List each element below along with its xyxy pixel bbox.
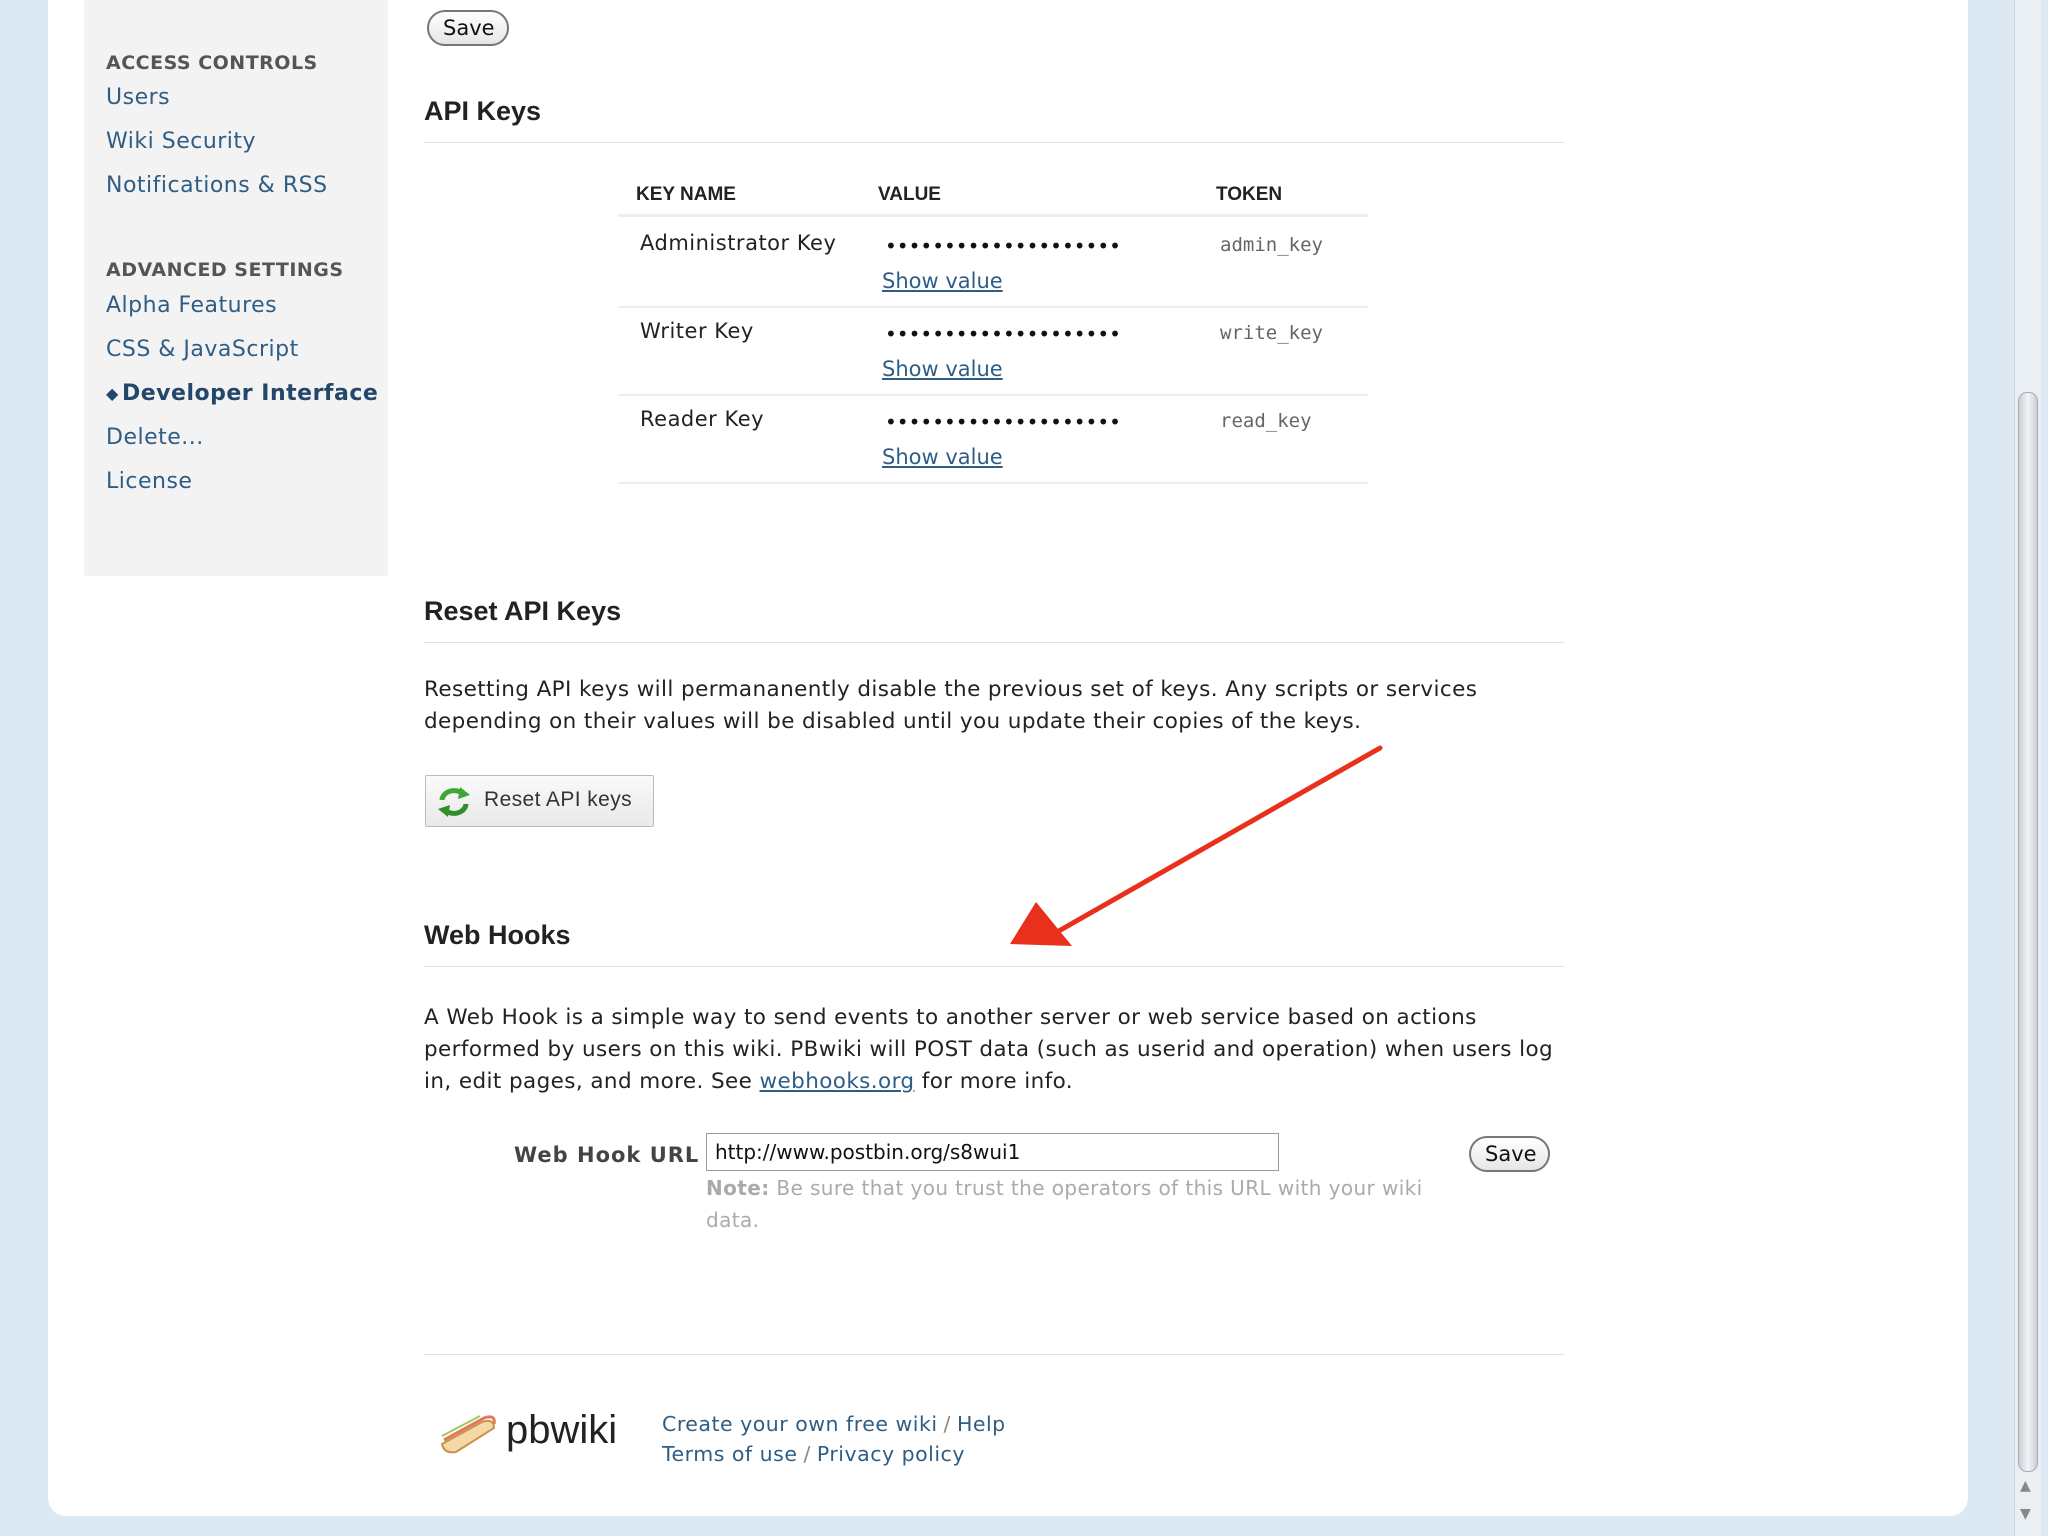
- token-writer: write_key: [1220, 322, 1323, 344]
- top-save-button[interactable]: Save: [427, 10, 509, 46]
- reset-api-keys-label: Reset API keys: [484, 788, 632, 811]
- footer-separator: /: [943, 1412, 951, 1436]
- web-hooks-description: A Web Hook is a simple way to send event…: [424, 1002, 1574, 1098]
- web-hooks-text-after: for more info.: [914, 1069, 1074, 1094]
- footer-separator: /: [803, 1442, 811, 1466]
- web-hook-url-label: Web Hook URL: [514, 1143, 700, 1167]
- terms-link[interactable]: Terms of use: [662, 1442, 797, 1466]
- key-value-reader: ••••••••••••••••••••: [885, 410, 1121, 434]
- sidebar-item-developer-interface[interactable]: Developer Interface: [122, 381, 378, 406]
- sidebar-item-users[interactable]: Users: [106, 85, 170, 110]
- table-row-divider: [618, 482, 1368, 484]
- reset-api-keys-button[interactable]: Reset API keys: [425, 775, 654, 827]
- sidebar-item-alpha-features[interactable]: Alpha Features: [106, 293, 277, 318]
- annotation-arrow-icon: [1010, 745, 1383, 946]
- sandwich-logo-icon: [438, 1410, 498, 1460]
- key-name-writer: Writer Key: [640, 319, 754, 343]
- api-keys-title: API Keys: [424, 96, 542, 126]
- access-controls-heading: ACCESS CONTROLS: [106, 52, 318, 74]
- token-reader: read_key: [1220, 410, 1312, 432]
- pbwiki-logo[interactable]: pbwiki: [506, 1408, 617, 1453]
- current-item-arrow-icon: ◆: [106, 384, 119, 403]
- footer-links-row-2: Terms of use / Privacy policy: [662, 1442, 965, 1466]
- note-text: Be sure that you trust the operators of …: [706, 1176, 1423, 1232]
- refresh-icon: [436, 786, 472, 821]
- web-hook-url-input[interactable]: [706, 1133, 1279, 1171]
- sidebar-item-license[interactable]: License: [106, 469, 192, 494]
- column-header-key-name: KEY NAME: [636, 184, 736, 205]
- show-value-reader-link[interactable]: Show value: [882, 445, 1003, 469]
- privacy-link[interactable]: Privacy policy: [817, 1442, 965, 1466]
- advanced-settings-heading: ADVANCED SETTINGS: [106, 259, 344, 281]
- web-hook-save-button[interactable]: Save: [1469, 1136, 1550, 1172]
- show-value-writer-link[interactable]: Show value: [882, 357, 1003, 381]
- show-value-administrator-link[interactable]: Show value: [882, 269, 1003, 293]
- api-keys-divider: [424, 142, 1564, 143]
- column-header-token: TOKEN: [1216, 184, 1283, 205]
- webhooks-org-link[interactable]: webhooks.org: [760, 1069, 915, 1094]
- sidebar-item-wiki-security[interactable]: Wiki Security: [106, 129, 256, 154]
- web-hook-note: Note: Be sure that you trust the operato…: [706, 1172, 1466, 1236]
- web-hooks-title: Web Hooks: [424, 920, 571, 950]
- key-value-administrator: ••••••••••••••••••••: [885, 234, 1121, 258]
- reset-api-keys-title: Reset API Keys: [424, 596, 622, 626]
- key-name-reader: Reader Key: [640, 407, 765, 431]
- scroll-down-arrow-icon[interactable]: ▼: [2020, 1506, 2031, 1522]
- footer-divider: [424, 1354, 1564, 1355]
- note-label: Note:: [706, 1176, 770, 1200]
- sidebar-item-delete[interactable]: Delete...: [106, 425, 204, 450]
- column-header-value: VALUE: [878, 184, 941, 205]
- table-row-divider: [618, 306, 1368, 308]
- key-value-writer: ••••••••••••••••••••: [885, 322, 1121, 346]
- scroll-up-arrow-icon[interactable]: ▲: [2020, 1478, 2031, 1494]
- create-wiki-link[interactable]: Create your own free wiki: [662, 1412, 938, 1436]
- help-link[interactable]: Help: [957, 1412, 1006, 1436]
- table-row-divider: [618, 394, 1368, 396]
- web-hooks-divider: [424, 966, 1564, 967]
- sidebar-item-css-javascript[interactable]: CSS & JavaScript: [106, 337, 299, 362]
- token-administrator: admin_key: [1220, 234, 1323, 256]
- key-name-administrator: Administrator Key: [640, 231, 837, 255]
- sidebar-item-notifications-rss[interactable]: Notifications & RSS: [106, 173, 328, 198]
- reset-divider: [424, 642, 1564, 643]
- reset-description: Resetting API keys will permananently di…: [424, 677, 1478, 734]
- footer-links-row-1: Create your own free wiki / Help: [662, 1412, 1006, 1436]
- table-header-divider: [618, 214, 1368, 217]
- scrollbar-thumb[interactable]: [2018, 392, 2038, 1472]
